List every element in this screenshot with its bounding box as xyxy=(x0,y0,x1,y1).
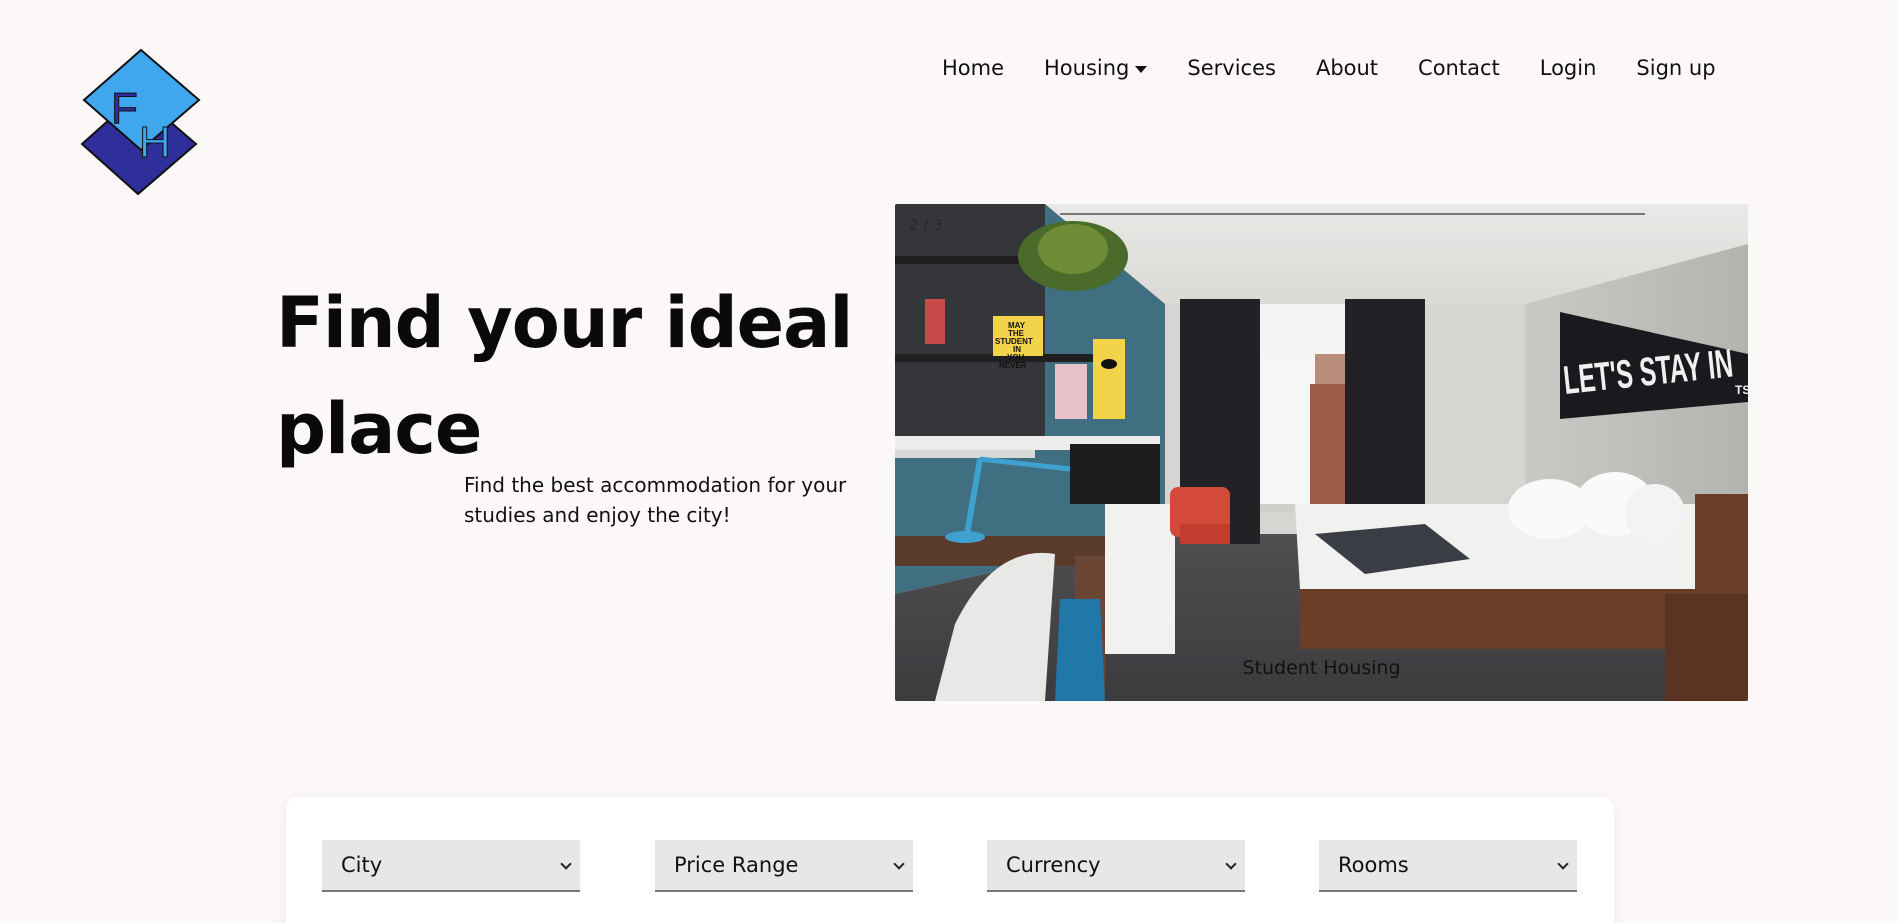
logo-letter-h: H xyxy=(139,118,171,167)
price-range-select-value: Price Range xyxy=(674,853,799,877)
slide-caption: Student Housing xyxy=(1242,657,1401,679)
nav-housing-label: Housing xyxy=(1044,56,1130,80)
hero-title-line-1: Find your ideal xyxy=(276,282,853,364)
fh-logo[interactable]: F H xyxy=(78,48,204,198)
city-select[interactable]: City xyxy=(322,840,580,892)
hero-subtitle-line-2: studies and enjoy the city! xyxy=(464,503,731,527)
rooms-select[interactable]: Rooms xyxy=(1319,840,1577,892)
hero-slideshow[interactable]: LET'S STAY IN TS MAY THE STUDENT IN YOU … xyxy=(895,204,1748,701)
hero-subtitle-line-1: Find the best accommodation for your xyxy=(464,473,847,497)
dorm-room-photo: LET'S STAY IN TS MAY THE STUDENT IN YOU … xyxy=(895,204,1748,701)
currency-select-value: Currency xyxy=(1006,853,1101,877)
nav-services[interactable]: Services xyxy=(1187,56,1276,80)
city-select-value: City xyxy=(341,853,383,877)
pennant-suffix: TS xyxy=(1735,383,1748,397)
chevron-down-icon xyxy=(1557,858,1569,870)
hero-title-line-2: place xyxy=(276,388,482,470)
chevron-down-icon xyxy=(1225,858,1237,870)
poster-line-6: NEVER xyxy=(999,361,1027,370)
hero-subtitle: Find the best accommodation for your stu… xyxy=(464,470,884,530)
nav-signup[interactable]: Sign up xyxy=(1636,56,1715,80)
logo-letter-f: F xyxy=(111,84,138,133)
slide-counter: 2 / 3 xyxy=(909,216,943,234)
nav-about[interactable]: About xyxy=(1316,56,1378,80)
page: F H Home Housing Services About Contact … xyxy=(0,0,1898,923)
chevron-down-icon xyxy=(560,858,572,870)
caret-down-icon xyxy=(1135,65,1148,73)
price-range-select[interactable]: Price Range xyxy=(655,840,913,892)
main-nav: Home Housing Services About Contact Logi… xyxy=(942,56,1716,80)
nav-contact[interactable]: Contact xyxy=(1418,56,1500,80)
nav-login[interactable]: Login xyxy=(1540,56,1597,80)
currency-select[interactable]: Currency xyxy=(987,840,1245,892)
chevron-down-icon xyxy=(893,858,905,870)
nav-housing[interactable]: Housing xyxy=(1044,56,1148,80)
search-filter-panel: City Price Range Currency Rooms xyxy=(286,797,1614,923)
rooms-select-value: Rooms xyxy=(1338,853,1409,877)
hero-title: Find your ideal place xyxy=(276,270,876,482)
nav-home[interactable]: Home xyxy=(942,56,1004,80)
